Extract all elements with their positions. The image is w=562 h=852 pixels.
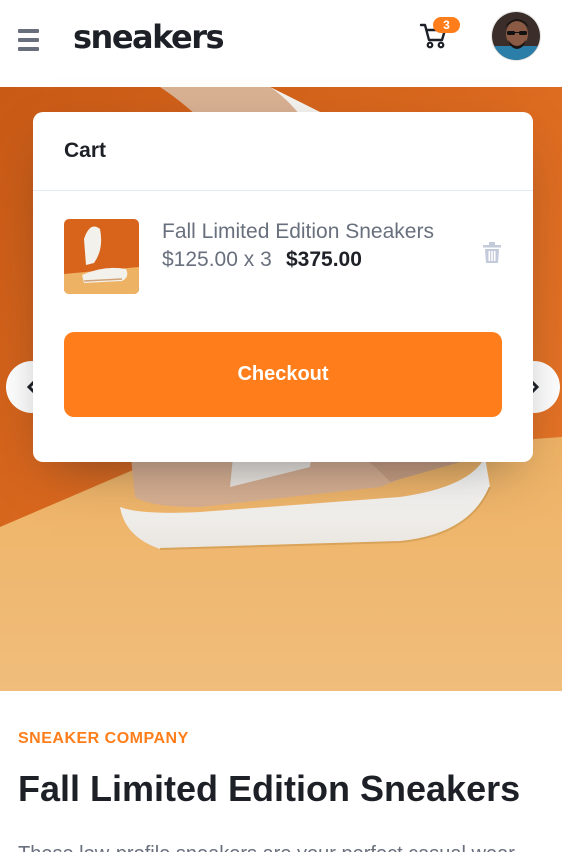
cart-item-total: $375.00	[286, 248, 362, 271]
product-description: These low-profile sneakers are your perf…	[18, 838, 548, 852]
brand-logo[interactable]: sneakers	[73, 17, 225, 57]
trash-icon[interactable]	[483, 242, 503, 264]
cart-item-thumbnail	[64, 219, 139, 294]
cart-divider	[33, 190, 533, 191]
cart-popover: Cart Fall Limited Edition Sneakers $125.…	[33, 112, 533, 462]
cart-title: Cart	[64, 139, 107, 162]
hamburger-menu-icon[interactable]	[18, 29, 39, 51]
product-title: Fall Limited Edition Sneakers	[18, 768, 521, 809]
top-navbar: sneakers 3	[0, 0, 562, 87]
checkout-button[interactable]: Checkout	[64, 332, 502, 417]
user-avatar[interactable]	[491, 11, 541, 61]
cart-item-price-qty: $125.00 x 3	[162, 248, 272, 271]
cart-item-name: Fall Limited Edition Sneakers	[162, 220, 434, 243]
company-label: SNEAKER COMPANY	[18, 730, 189, 747]
cart-count-badge: 3	[433, 17, 460, 33]
